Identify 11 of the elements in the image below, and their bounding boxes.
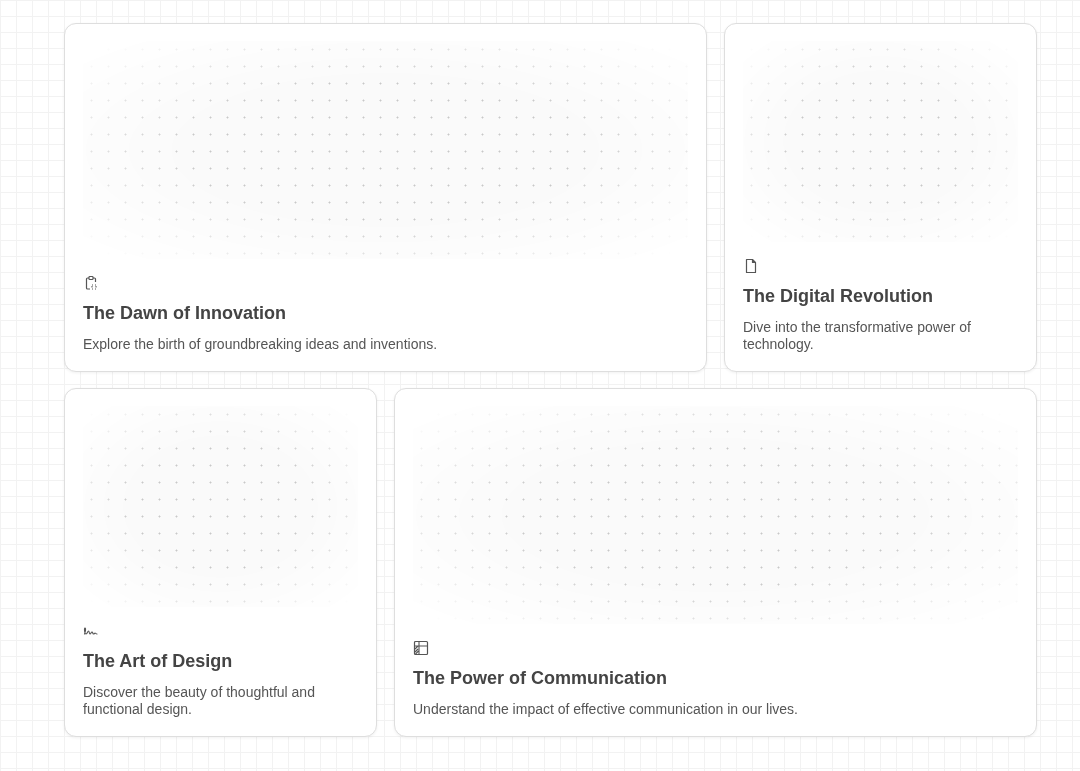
card-description: Dive into the transformative power of technology.	[743, 319, 972, 353]
card-title: The Art of Design	[83, 651, 234, 672]
card-title: The Dawn of Innovation	[83, 303, 287, 324]
card-description: Explore the birth of groundbreaking ideas and inventions.	[83, 336, 439, 353]
card-description: Understand the impact of effective communication in our lives.	[413, 701, 799, 718]
card-title: The Digital Revolution	[743, 286, 934, 307]
card-description: Discover the beauty of thoughtful and functional design.	[83, 684, 316, 718]
clipboard-icon	[83, 275, 99, 291]
card-title: The Power of Communication	[413, 668, 668, 689]
file-icon	[743, 258, 759, 274]
table-icon	[413, 640, 429, 656]
